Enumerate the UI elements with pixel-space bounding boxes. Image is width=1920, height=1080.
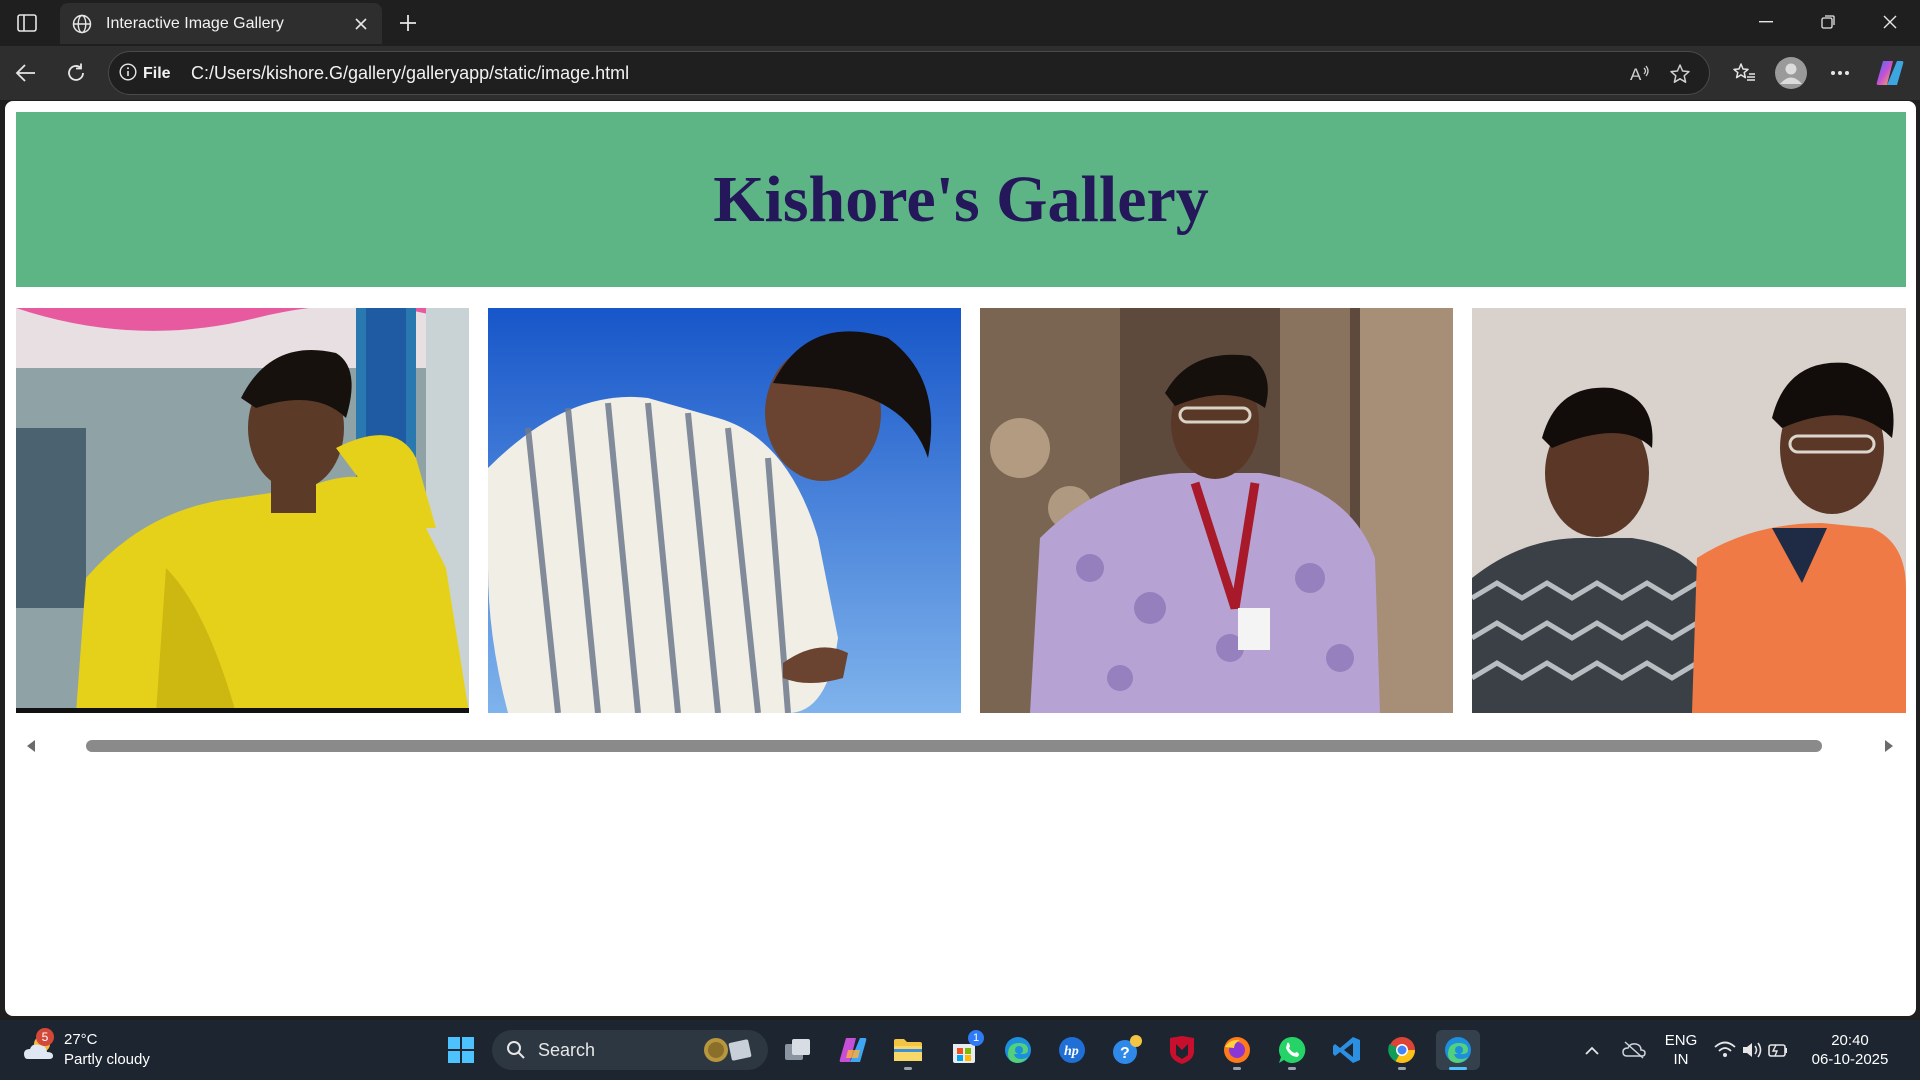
wifi-icon [1714,1041,1736,1057]
firefox-icon[interactable] [1217,1030,1257,1070]
page-title: Kishore's Gallery [713,162,1209,236]
horizontal-scrollbar[interactable] [16,735,1906,755]
clock[interactable]: 20:40 06-10-2025 [1808,1031,1892,1069]
restore-button[interactable] [1798,0,1858,44]
refresh-button[interactable] [58,56,94,90]
microsoft-store-icon[interactable]: 1 [944,1030,984,1070]
minimize-button[interactable] [1736,0,1796,44]
taskbar-search[interactable]: Search [492,1030,768,1070]
svg-text:hp: hp [1064,1044,1079,1059]
close-tab-icon[interactable] [350,13,372,35]
help-icon[interactable]: ? [1107,1030,1147,1070]
tab-title: Interactive Image Gallery [106,14,284,32]
battery-icon [1768,1044,1787,1057]
running-indicator [1449,1067,1467,1070]
weather-description: Partly cloudy [64,1051,150,1068]
quick-settings-button[interactable] [1710,1030,1794,1070]
scroll-left-arrow-icon[interactable] [24,739,38,753]
start-button[interactable] [441,1030,481,1070]
chrome-icon[interactable] [1382,1030,1422,1070]
volume-icon [1743,1042,1762,1058]
image-gallery [16,308,1906,713]
task-view-icon[interactable] [778,1030,818,1070]
profile-avatar[interactable] [1773,56,1809,90]
more-options-icon[interactable] [1822,56,1858,90]
browser-toolbar: File C:/Users/kishore.G/gallery/gallerya… [0,46,1920,100]
site-info-button[interactable]: File [119,61,171,87]
gallery-photo-2[interactable] [488,308,961,713]
search-icon [507,1041,525,1059]
search-label: Search [538,1040,596,1060]
language-code: ENG [1664,1032,1698,1049]
running-indicator [1233,1067,1241,1070]
clock-time: 20:40 [1831,1032,1869,1049]
url-text[interactable]: C:/Users/kishore.G/gallery/galleryapp/st… [191,63,629,84]
search-highlight-icon [702,1037,756,1068]
address-scheme-label: File [143,65,171,82]
weather-temperature: 27°C [64,1031,98,1048]
favorite-star-icon[interactable] [1665,60,1695,88]
edge-active-icon[interactable] [1436,1030,1480,1070]
show-hidden-icons-chevron-icon[interactable] [1572,1030,1612,1070]
mcafee-icon[interactable] [1162,1030,1202,1070]
scroll-right-arrow-icon[interactable] [1882,739,1896,753]
new-tab-button[interactable] [392,8,424,38]
windows-taskbar: 27°C Partly cloudy 5 Search 1 hp ? ENG I… [0,1020,1920,1080]
language-region: IN [1673,1051,1689,1068]
store-badge: 1 [968,1030,984,1046]
page-viewport: Kishore's Gallery [5,101,1916,1016]
address-bar[interactable]: File C:/Users/kishore.G/gallery/gallerya… [108,51,1710,95]
copilot-app-icon[interactable] [833,1030,873,1070]
whatsapp-icon[interactable] [1272,1030,1312,1070]
running-indicator [1288,1067,1296,1070]
read-aloud-icon[interactable]: A [1625,60,1655,88]
browser-title-bar: Interactive Image Gallery [0,0,1920,46]
vscode-icon[interactable] [1327,1030,1367,1070]
gallery-header: Kishore's Gallery [16,112,1906,287]
running-indicator [1398,1067,1406,1070]
hp-icon[interactable]: hp [1052,1030,1092,1070]
edge-browser-icon[interactable] [998,1030,1038,1070]
copilot-icon[interactable] [1872,56,1908,90]
scrollbar-thumb[interactable] [86,740,1822,752]
info-icon [119,62,137,86]
file-explorer-icon[interactable] [888,1030,928,1070]
onedrive-offline-icon[interactable] [1614,1030,1654,1070]
globe-icon [70,12,94,36]
gallery-photo-3[interactable] [980,308,1453,713]
svg-text:?: ? [1120,1045,1130,1062]
active-tab[interactable]: Interactive Image Gallery [60,3,382,44]
back-button[interactable] [8,56,44,90]
svg-text:A: A [1630,65,1642,84]
close-window-button[interactable] [1860,0,1920,44]
favorites-icon[interactable] [1726,56,1762,90]
language-indicator[interactable]: ENG IN [1660,1031,1702,1069]
tab-actions-icon[interactable] [10,8,44,38]
gallery-photo-1[interactable] [16,308,469,713]
running-indicator [904,1067,912,1070]
weather-badge: 5 [36,1028,54,1046]
gallery-photo-4[interactable] [1472,308,1906,713]
clock-date: 06-10-2025 [1811,1051,1889,1068]
